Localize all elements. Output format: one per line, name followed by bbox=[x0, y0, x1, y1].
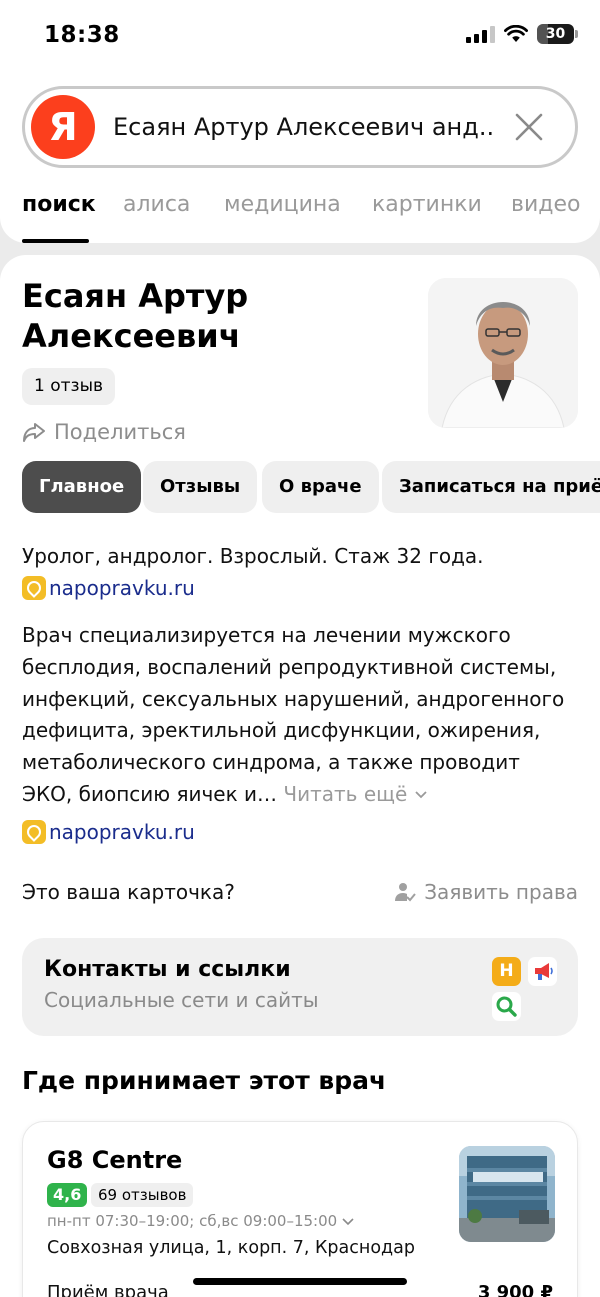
close-icon[interactable] bbox=[513, 111, 545, 143]
wifi-icon bbox=[504, 25, 528, 42]
claim-question: Это ваша карточка? bbox=[22, 880, 235, 904]
tab-images[interactable]: картинки bbox=[372, 192, 482, 217]
tab-alice[interactable]: алиса bbox=[123, 192, 190, 217]
clinic-hours[interactable]: пн-пт 07:30–19:00; сб,вс 09:00–15:00 bbox=[47, 1212, 354, 1230]
source-label: napopravku.ru bbox=[49, 576, 195, 600]
tab-search[interactable]: поиск bbox=[22, 192, 96, 217]
search-header: 18:38 30 Я Есаян Артур Алексеевич анд...… bbox=[0, 0, 600, 243]
share-button[interactable]: Поделиться bbox=[22, 420, 186, 444]
read-more-link[interactable]: Читать ещё bbox=[283, 782, 427, 806]
clinic-photo[interactable] bbox=[459, 1146, 555, 1242]
reviews-count-chip[interactable]: 1 отзыв bbox=[22, 368, 116, 405]
chevron-down-icon bbox=[414, 791, 427, 799]
chip-main[interactable]: Главное bbox=[22, 461, 142, 513]
tab-medicine[interactable]: медицина bbox=[224, 192, 341, 217]
service-name: Приём врача bbox=[47, 1282, 169, 1297]
doctor-photo[interactable] bbox=[428, 278, 578, 428]
clinic-card[interactable]: G8 Centre 4,6 69 отзывов пн-пт 07:30–19:… bbox=[22, 1121, 578, 1297]
source-link-2[interactable]: napopravku.ru bbox=[22, 820, 195, 844]
rating-badge: 4,6 bbox=[47, 1183, 88, 1207]
active-tab-indicator bbox=[22, 239, 89, 243]
doctor-description: Врач специализируется на лечении мужског… bbox=[22, 623, 565, 806]
clinic-name[interactable]: G8 Centre bbox=[47, 1146, 182, 1174]
doctor-summary: Уролог, андролог. Взрослый. Стаж 32 года… bbox=[22, 544, 484, 568]
napopravku-icon[interactable]: Н bbox=[492, 957, 521, 986]
chip-book[interactable]: Записаться на приём bbox=[382, 461, 600, 513]
battery-icon: 30 bbox=[537, 24, 578, 44]
contacts-block[interactable]: Контакты и ссылки Социальные сети и сайт… bbox=[22, 938, 578, 1036]
share-icon bbox=[23, 423, 45, 442]
home-indicator[interactable] bbox=[193, 1278, 407, 1285]
search-tabs: поиск алиса медицина картинки видео bbox=[22, 192, 600, 243]
share-label: Поделиться bbox=[54, 420, 186, 444]
service-price: 3 900 ₽ bbox=[477, 1282, 553, 1297]
search-bar[interactable]: Я Есаян Артур Алексеевич анд... bbox=[22, 86, 578, 168]
user-check-icon bbox=[395, 883, 417, 902]
claim-rights-label: Заявить права bbox=[424, 880, 578, 904]
status-time: 18:38 bbox=[44, 22, 120, 48]
source-label-2: napopravku.ru bbox=[49, 820, 195, 844]
search-service-icon[interactable] bbox=[492, 992, 521, 1021]
contacts-title: Контакты и ссылки bbox=[44, 957, 291, 982]
section-chips: Главное Отзывы О враче Записаться на при… bbox=[22, 461, 600, 513]
tab-video[interactable]: видео bbox=[511, 192, 580, 217]
napopravku-icon bbox=[22, 576, 46, 600]
source-link[interactable]: napopravku.ru bbox=[22, 576, 195, 600]
status-icons: 30 bbox=[466, 24, 578, 44]
search-input[interactable]: Есаян Артур Алексеевич анд... bbox=[113, 113, 493, 141]
megaphone-icon[interactable] bbox=[528, 957, 557, 986]
chevron-down-icon bbox=[342, 1217, 354, 1225]
where-section-title: Где принимает этот врач bbox=[22, 1066, 387, 1095]
chip-about[interactable]: О враче bbox=[262, 461, 379, 513]
doctor-name: Есаян Артур Алексеевич bbox=[22, 277, 249, 355]
yandex-logo[interactable]: Я bbox=[31, 95, 95, 159]
clinic-address: Совхозная улица, 1, корп. 7, Краснодар bbox=[47, 1238, 415, 1258]
claim-rights-button[interactable]: Заявить права bbox=[394, 880, 578, 904]
clinic-reviews-count[interactable]: 69 отзывов bbox=[91, 1183, 194, 1207]
napopravku-icon bbox=[22, 820, 46, 844]
cellular-signal-icon bbox=[466, 25, 495, 43]
contacts-subtitle: Социальные сети и сайты bbox=[44, 988, 319, 1012]
chip-reviews[interactable]: Отзывы bbox=[143, 461, 258, 513]
